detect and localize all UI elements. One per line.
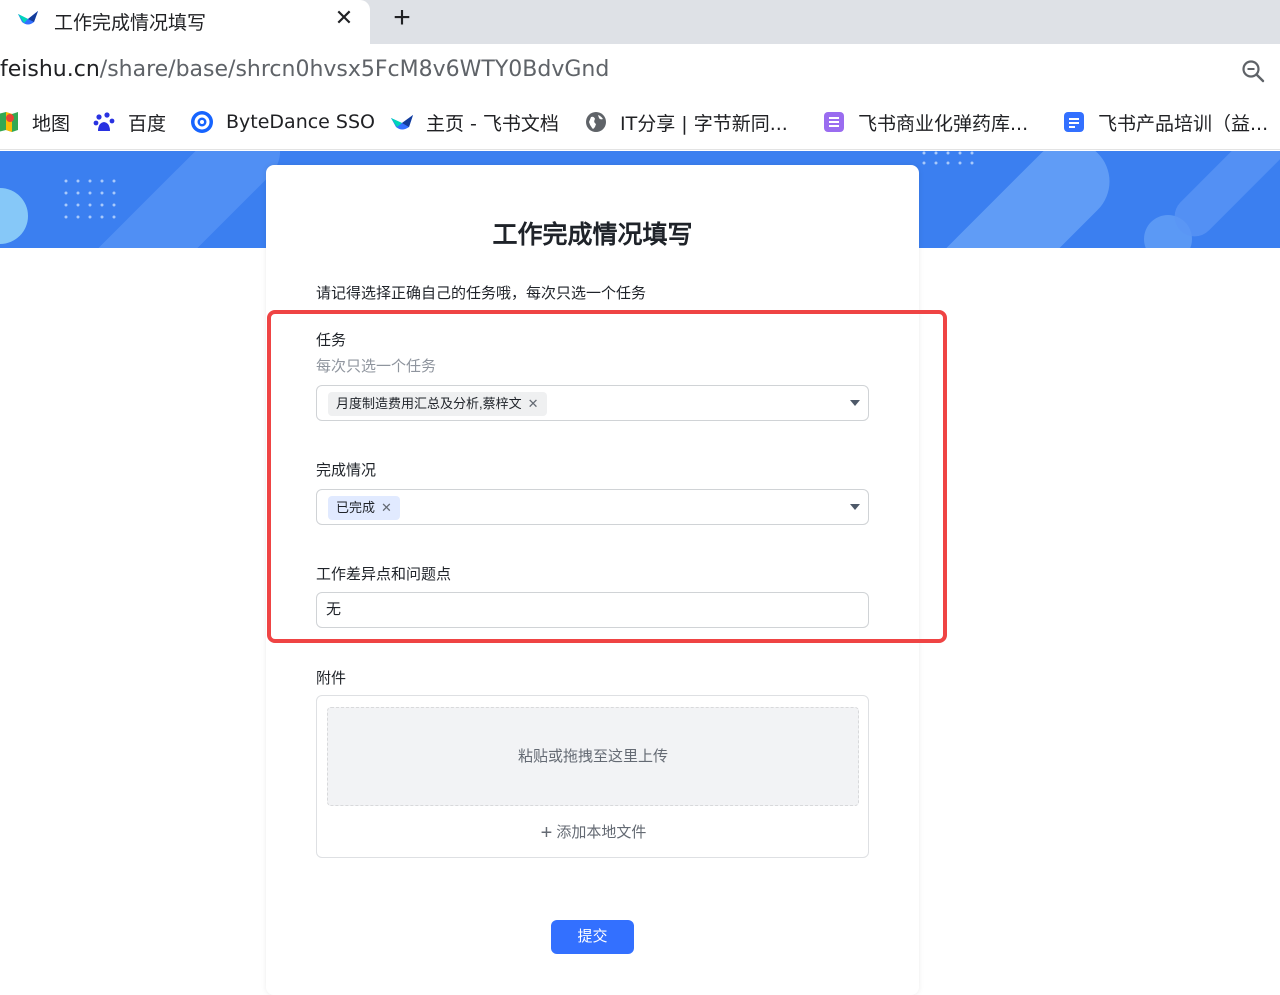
submit-button[interactable]: 提交 [551,920,634,954]
bookmark-label: 飞书商业化弹药库... [858,112,1029,135]
bookmark-it-share[interactable]: IT分享 | 字节新同... [584,108,788,136]
bookmark-baidu[interactable]: 百度 [92,108,166,136]
url-field[interactable]: feishu.cn/share/base/shrcn0hvsx5FcM8v6WT… [0,57,609,82]
bookmark-feishu-training[interactable]: 飞书产品培训（益... [1062,108,1268,136]
bookmark-label: 地图 [32,112,71,135]
bookmarks-bar: 地图 百度 ByteDance SSO 主页 - 飞书文档 IT分享 | 字节新… [0,94,1280,150]
form-description: 请记得选择正确自己的任务哦，每次只选一个任务 [316,285,647,302]
globe-icon [586,112,606,132]
bookmark-maps[interactable]: 地图 [0,108,70,136]
doc-icon [1064,112,1084,132]
list-doc-icon [824,112,844,132]
attachment-label: 附件 [316,670,347,687]
bookmark-label: 飞书产品培训（益... [1098,112,1269,135]
bookmark-label: 百度 [128,112,167,135]
browser-tab[interactable]: 工作完成情况填写 ✕ [0,0,370,44]
add-local-file-button[interactable]: + 添加本地文件 [317,821,870,845]
bookmark-feishu-commercial[interactable]: 飞书商业化弹药库... [822,108,1028,136]
bookmark-label: ByteDance SSO [226,111,375,133]
attachment-box: 粘贴或拖拽至这里上传 + 添加本地文件 [316,695,869,858]
bookmark-label: 主页 - 飞书文档 [426,112,559,135]
browser-tab-strip: 工作完成情况填写 ✕ + [0,0,1280,44]
zoom-icon[interactable] [1240,58,1266,84]
baidu-icon [93,112,115,131]
add-file-label: 添加本地文件 [556,824,647,841]
maps-icon [0,112,18,132]
tab-title: 工作完成情况填写 [54,12,207,34]
sso-icon [191,111,213,133]
plus-icon: + [540,822,553,844]
url-host: feishu.cn [0,57,100,82]
address-bar[interactable]: feishu.cn/share/base/shrcn0hvsx5FcM8v6WT… [0,44,1280,94]
url-path: /share/base/shrcn0hvsx5FcM8v6WTY0BdvGnd [99,57,610,82]
bookmark-label: IT分享 | 字节新同... [620,112,788,135]
upload-dropzone[interactable]: 粘贴或拖拽至这里上传 [327,707,859,806]
highlight-annotation [267,310,947,643]
new-tab-button[interactable]: + [388,3,416,33]
close-tab-icon[interactable]: ✕ [332,4,356,32]
feishu-icon [391,115,413,130]
form-title: 工作完成情况填写 [492,221,693,249]
bookmark-feishu-docs[interactable]: 主页 - 飞书文档 [390,108,559,136]
feishu-favicon-icon [18,11,38,25]
bookmark-bytedance-sso[interactable]: ByteDance SSO [190,108,375,136]
